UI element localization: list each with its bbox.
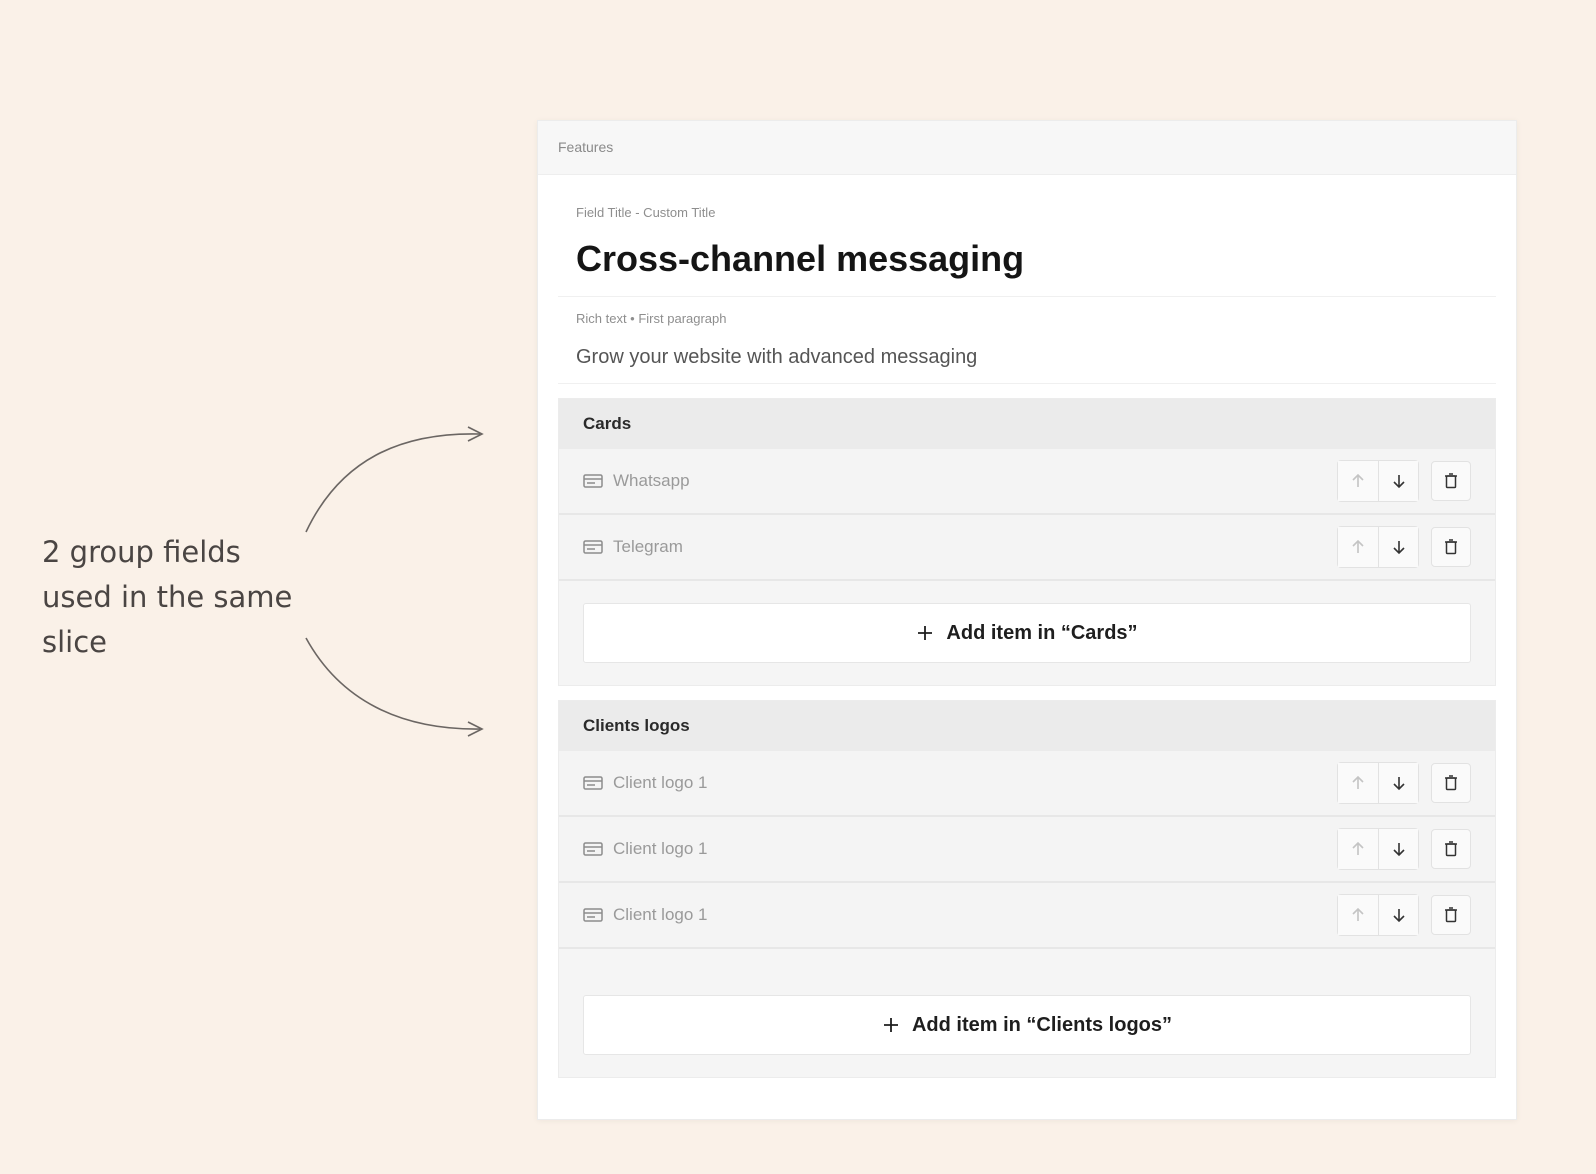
move-up-button[interactable] — [1338, 829, 1378, 869]
move-down-button[interactable] — [1378, 527, 1418, 567]
reorder-buttons — [1337, 460, 1419, 502]
arrow-up-icon — [1352, 841, 1364, 855]
delete-button[interactable] — [1431, 895, 1471, 935]
group-item-label: Whatsapp — [613, 471, 690, 490]
arrow-up-icon — [1352, 539, 1364, 553]
group-item-label: Client logo 1 — [613, 773, 708, 792]
reorder-buttons — [1337, 762, 1419, 804]
arrow-down-icon — [1392, 777, 1405, 791]
group-header: Clients logos — [559, 701, 1495, 751]
group-cards: Cards Whatsapp Telegram Add item in “Car… — [558, 398, 1496, 686]
title-field-label: Field Title - Custom Title — [576, 205, 716, 220]
delete-button[interactable] — [1431, 527, 1471, 567]
move-up-button[interactable] — [1338, 461, 1378, 501]
rich-text-label: Rich text • First paragraph — [576, 311, 727, 326]
trash-icon — [1445, 473, 1457, 489]
card-icon — [583, 776, 603, 790]
annotation-line: 2 group fields — [42, 535, 241, 569]
move-down-button[interactable] — [1378, 829, 1418, 869]
card-icon — [583, 474, 603, 488]
item-actions — [1337, 526, 1471, 568]
group-item-label: Telegram — [613, 537, 683, 556]
card-icon — [583, 842, 603, 856]
group-footer: Add item in “Clients logos” — [559, 949, 1495, 1077]
group-clients-logos: Clients logos Client logo 1 Client logo … — [558, 700, 1496, 1078]
group-item[interactable]: Whatsapp — [559, 449, 1495, 515]
plus-icon — [918, 626, 933, 640]
group-item[interactable]: Client logo 1 — [559, 817, 1495, 883]
delete-button[interactable] — [1431, 829, 1471, 869]
trash-icon — [1445, 775, 1457, 791]
move-down-button[interactable] — [1378, 763, 1418, 803]
group-item[interactable]: Client logo 1 — [559, 883, 1495, 949]
trash-icon — [1445, 539, 1457, 555]
group-item[interactable]: Telegram — [559, 515, 1495, 581]
add-item-button[interactable]: Add item in “Clients logos” — [583, 995, 1471, 1055]
annotation-arrows-icon — [305, 426, 484, 737]
delete-button[interactable] — [1431, 763, 1471, 803]
trash-icon — [1445, 907, 1457, 923]
plus-icon — [883, 1018, 898, 1032]
group-item-label: Client logo 1 — [613, 839, 708, 858]
card-icon — [583, 540, 603, 554]
rich-text-value[interactable]: Grow your website with advanced messagin… — [558, 326, 1496, 369]
slice-editor-panel: Features Field Title - Custom Title Cros… — [537, 120, 1517, 1120]
arrow-down-icon — [1392, 843, 1405, 857]
group-item[interactable]: Client logo 1 — [559, 751, 1495, 817]
group-item-label: Client logo 1 — [613, 905, 708, 924]
item-actions — [1337, 828, 1471, 870]
group-header: Cards — [559, 399, 1495, 449]
reorder-buttons — [1337, 828, 1419, 870]
move-down-button[interactable] — [1378, 895, 1418, 935]
group-footer: Add item in “Cards” — [559, 581, 1495, 685]
trash-icon — [1445, 841, 1457, 857]
reorder-buttons — [1337, 526, 1419, 568]
move-down-button[interactable] — [1378, 461, 1418, 501]
annotation-line: slice — [42, 625, 108, 659]
arrow-up-icon — [1352, 775, 1364, 789]
delete-button[interactable] — [1431, 461, 1471, 501]
item-actions — [1337, 762, 1471, 804]
annotation-text: 2 group fields used in the same slice — [42, 530, 312, 665]
page: 2 group fields used in the same slice Fe… — [0, 0, 1596, 1174]
panel-body: Field Title - Custom Title Cross-channel… — [538, 175, 1516, 1078]
item-actions — [1337, 894, 1471, 936]
add-item-button[interactable]: Add item in “Cards” — [583, 603, 1471, 663]
panel-header: Features — [538, 121, 1516, 175]
move-up-button[interactable] — [1338, 763, 1378, 803]
item-actions — [1337, 460, 1471, 502]
rich-text-field[interactable]: Rich text • First paragraph Grow your we… — [558, 297, 1496, 384]
reorder-buttons — [1337, 894, 1419, 936]
arrow-up-icon — [1352, 907, 1364, 921]
arrow-down-icon — [1392, 909, 1405, 923]
title-field-value[interactable]: Cross-channel messaging — [558, 220, 1496, 280]
arrow-down-icon — [1392, 475, 1405, 489]
add-item-label: Add item in “Clients logos” — [911, 1013, 1172, 1036]
annotation-line: used in the same — [42, 580, 293, 614]
move-up-button[interactable] — [1338, 895, 1378, 935]
add-item-label: Add item in “Cards” — [946, 621, 1138, 644]
arrow-up-icon — [1352, 473, 1364, 487]
move-up-button[interactable] — [1338, 527, 1378, 567]
card-icon — [583, 908, 603, 922]
title-field[interactable]: Field Title - Custom Title Cross-channel… — [558, 191, 1496, 297]
arrow-down-icon — [1392, 541, 1405, 555]
